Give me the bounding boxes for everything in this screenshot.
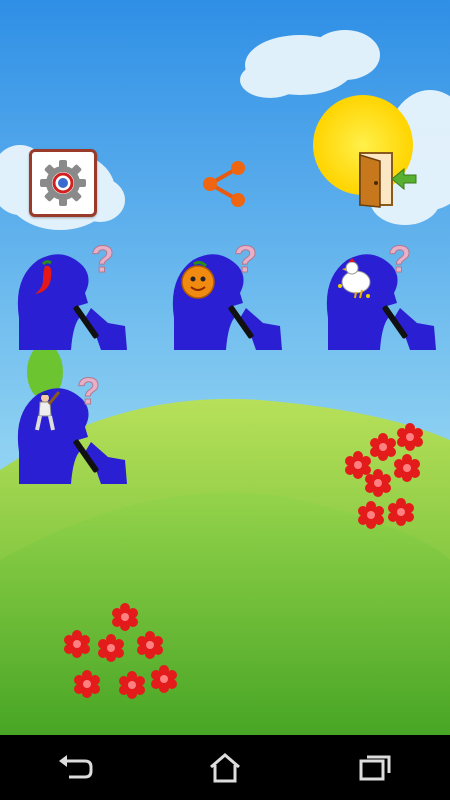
recent-apps-button[interactable] [345,743,405,793]
background-scene [0,0,450,735]
question-mark: ? [234,239,257,281]
share-button[interactable] [196,156,252,212]
puzzle-item-1[interactable]: ? [13,238,128,353]
back-icon [59,754,93,778]
home-icon [210,752,240,782]
settings-button[interactable] [29,149,97,217]
question-mark: ? [388,239,411,281]
share-icon [203,161,245,207]
puzzle-item-3[interactable]: ? [322,238,437,353]
gear-icon [40,160,86,206]
navigation-bar [0,735,450,800]
exit-button[interactable] [356,151,420,209]
exit-door-icon [359,152,417,208]
back-button[interactable] [45,743,105,793]
recent-apps-icon [359,755,391,780]
question-mark: ? [91,239,114,281]
question-mark: ? [77,372,100,413]
puzzle-item-4[interactable]: ? [13,371,128,487]
status-bar [0,0,450,24]
home-button[interactable] [195,743,255,793]
puzzle-item-2[interactable]: ? [168,238,283,353]
